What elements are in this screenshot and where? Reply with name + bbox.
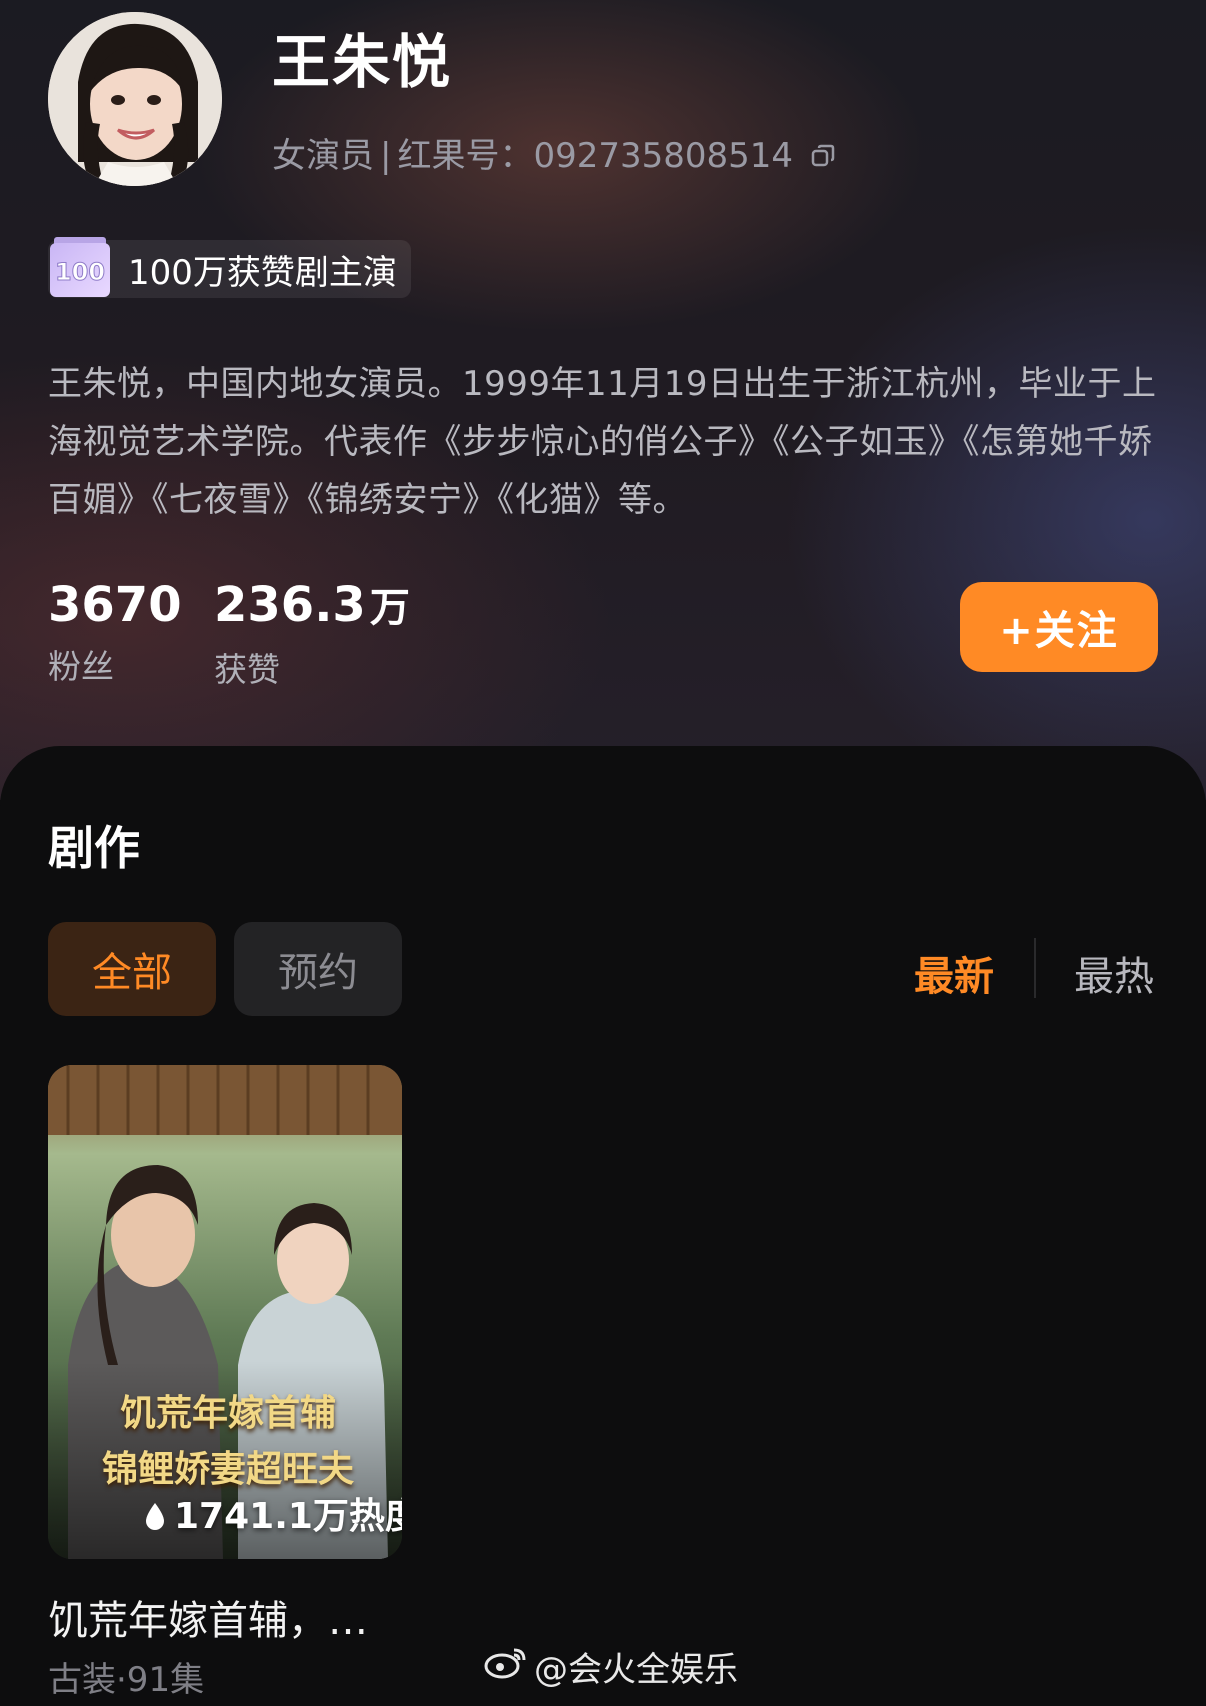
followers-label: 粉丝 xyxy=(48,647,114,686)
profile-role: 女演员 xyxy=(272,136,374,176)
likes-value: 236.3 xyxy=(214,577,366,633)
followers-stat[interactable]: 3670 粉丝 xyxy=(48,576,182,688)
watermark: @会火全娱乐 xyxy=(484,1642,738,1691)
badge-label: 100万获赞剧主演 xyxy=(128,252,397,293)
drama-heat: 1741.1万热度 xyxy=(174,1496,402,1537)
avatar[interactable] xyxy=(48,12,222,186)
achievement-badge[interactable]: 100 100万获赞剧主演 xyxy=(48,237,411,298)
watermark-text: @会火全娱乐 xyxy=(534,1650,738,1690)
profile-meta: 女演员 | 红果号：092735808514 xyxy=(272,128,836,178)
filter-all-tab[interactable]: 全部 xyxy=(48,922,216,1016)
heat-flame-icon xyxy=(144,1501,166,1531)
svg-text:100: 100 xyxy=(55,258,105,286)
works-section-title: 剧作 xyxy=(48,821,140,875)
profile-id-value: 092735808514 xyxy=(533,136,794,176)
copy-icon[interactable] xyxy=(810,138,836,178)
weibo-logo-icon xyxy=(484,1644,528,1689)
followers-count: 3670 xyxy=(48,577,182,633)
poster-title-line1: 饥荒年嫁首辅 xyxy=(119,1392,336,1434)
likes-label: 获赞 xyxy=(214,650,280,689)
drama-poster[interactable]: 饥荒年嫁首辅 锦鲤娇妻超旺夫 1741.1万热度 xyxy=(48,1065,402,1559)
meta-separator: | xyxy=(380,136,392,176)
profile-bio: 王朱悦，中国内地女演员。1999年11月19日出生于浙江杭州，毕业于上海视觉艺术… xyxy=(48,364,1157,520)
sort-latest-tab[interactable]: 最新 xyxy=(914,944,994,1002)
likes-unit: 万 xyxy=(369,585,410,631)
drama-title[interactable]: 饥荒年嫁首辅，… xyxy=(48,1588,368,1646)
award-100-icon: 100 xyxy=(48,235,112,297)
likes-count: 236.3 万 xyxy=(214,576,410,637)
profile-name: 王朱悦 xyxy=(272,28,453,96)
follow-button[interactable]: +关注 xyxy=(960,582,1158,672)
sort-divider xyxy=(1034,938,1036,998)
sort-hottest-tab[interactable]: 最热 xyxy=(1074,944,1154,1002)
profile-id-label: 红果号： xyxy=(397,136,534,176)
likes-stat[interactable]: 236.3 万 获赞 xyxy=(214,576,410,691)
poster-title-art: 饥荒年嫁首辅 锦鲤娇妻超旺夫 xyxy=(68,1385,388,1497)
filter-reserved-tab[interactable]: 预约 xyxy=(234,922,402,1016)
